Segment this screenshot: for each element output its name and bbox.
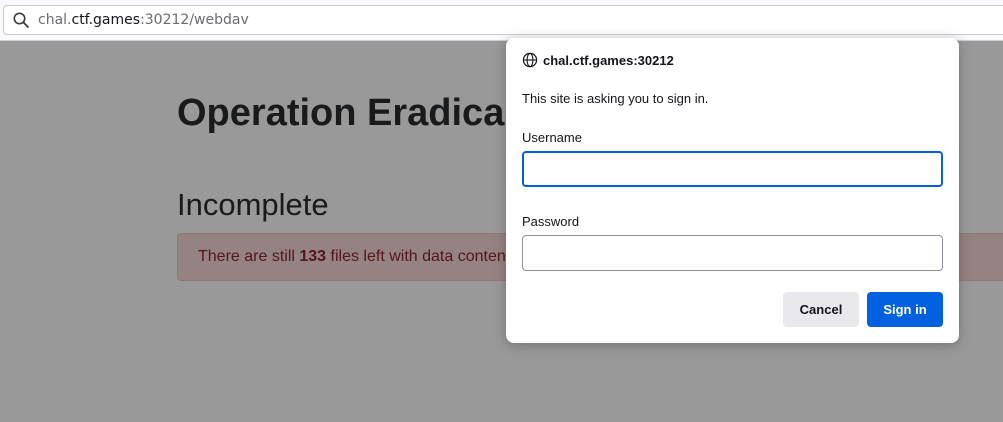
url-bar[interactable]: chal.ctf.games:30212/webdav [3, 5, 1003, 35]
url-prefix: chal. [38, 12, 72, 28]
password-field[interactable] [522, 235, 943, 271]
url-path: :30212/webdav [140, 12, 249, 28]
search-icon [13, 12, 29, 28]
globe-icon [522, 52, 538, 68]
sign-in-button[interactable]: Sign in [867, 292, 943, 327]
password-label: Password [522, 214, 580, 229]
username-label: Username [522, 130, 582, 145]
dialog-message: This site is asking you to sign in. [522, 91, 709, 106]
dialog-origin: chal.ctf.games:30212 [543, 52, 674, 68]
url-host: ctf.games [71, 12, 141, 28]
dialog-header: chal.ctf.games:30212 [522, 52, 674, 68]
cancel-button[interactable]: Cancel [783, 292, 859, 327]
url-text: chal.ctf.games:30212/webdav [38, 12, 249, 28]
auth-dialog: chal.ctf.games:30212 This site is asking… [506, 38, 959, 343]
username-field[interactable] [522, 151, 943, 187]
